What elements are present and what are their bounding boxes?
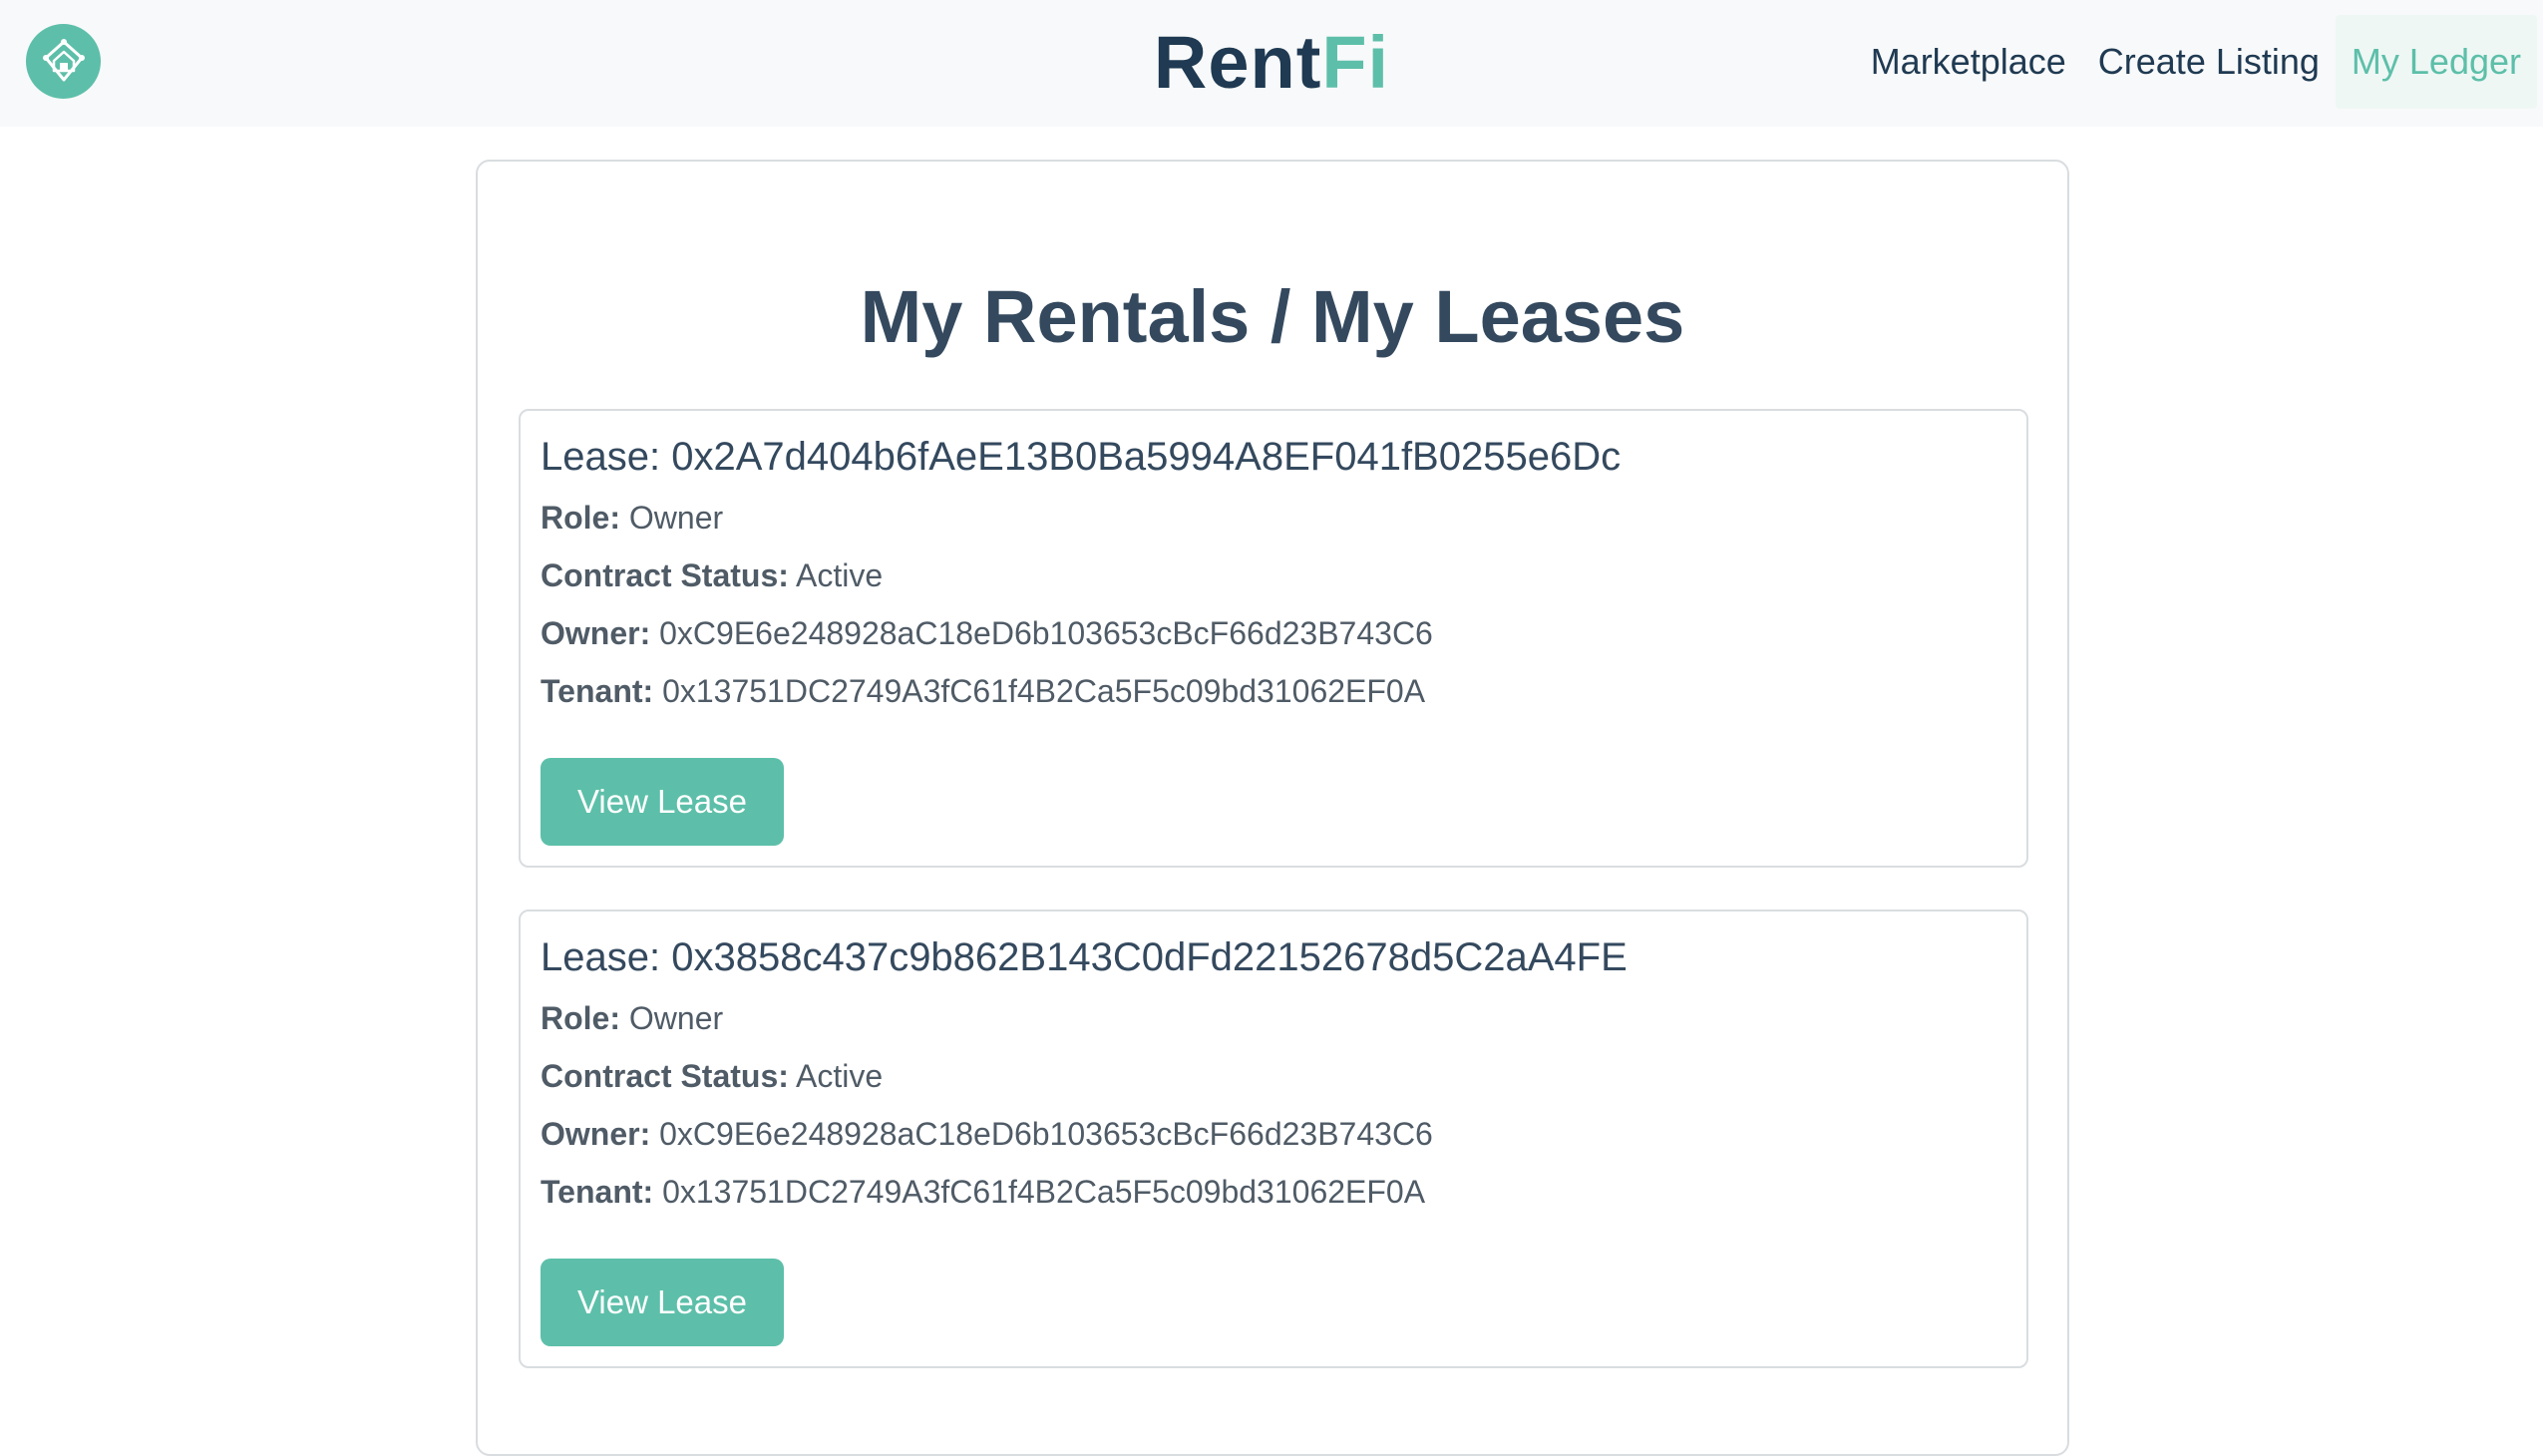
lease-tenant: Tenant: 0x13751DC2749A3fC61f4B2Ca5F5c09b… bbox=[541, 669, 1425, 713]
lease-role: Role: Owner bbox=[541, 996, 723, 1040]
view-lease-button[interactable]: View Lease bbox=[541, 1259, 784, 1346]
status-label: Contract Status: bbox=[541, 1058, 789, 1094]
lease-owner: Owner: 0xC9E6e248928aC18eD6b103653cBcF66… bbox=[541, 611, 1433, 655]
tenant-address: 0x13751DC2749A3fC61f4B2Ca5F5c09bd31062EF… bbox=[662, 673, 1426, 709]
tenant-label: Tenant: bbox=[541, 673, 654, 709]
lease-tenant: Tenant: 0x13751DC2749A3fC61f4B2Ca5F5c09b… bbox=[541, 1170, 1425, 1214]
status-label: Contract Status: bbox=[541, 557, 789, 593]
nav-create-listing[interactable]: Create Listing bbox=[2082, 15, 2336, 109]
leases-panel: My Rentals / My Leases Lease: 0x2A7d404b… bbox=[476, 160, 2069, 1456]
tenant-label: Tenant: bbox=[541, 1174, 654, 1210]
logo[interactable] bbox=[26, 24, 101, 99]
status-value: Active bbox=[796, 1058, 884, 1094]
page-title: My Rentals / My Leases bbox=[860, 275, 1685, 358]
role-value: Owner bbox=[628, 1000, 724, 1036]
owner-address: 0xC9E6e248928aC18eD6b103653cBcF66d23B743… bbox=[659, 1116, 1433, 1152]
brand-text-rent: Rent bbox=[1153, 20, 1322, 104]
lease-title: Lease: 0x3858c437c9b862B143C0dFd22152678… bbox=[541, 929, 1628, 985]
lease-owner: Owner: 0xC9E6e248928aC18eD6b103653cBcF66… bbox=[541, 1112, 1433, 1156]
owner-label: Owner: bbox=[541, 615, 651, 651]
lease-title: Lease: 0x2A7d404b6fAeE13B0Ba5994A8EF041f… bbox=[541, 429, 1621, 485]
nav-my-ledger[interactable]: My Ledger bbox=[2335, 15, 2537, 109]
lease-card: Lease: 0x3858c437c9b862B143C0dFd22152678… bbox=[519, 910, 2028, 1368]
tenant-address: 0x13751DC2749A3fC61f4B2Ca5F5c09bd31062EF… bbox=[662, 1174, 1426, 1210]
brand-text-fi: Fi bbox=[1321, 20, 1390, 104]
lease-address: 0x2A7d404b6fAeE13B0Ba5994A8EF041fB0255e6… bbox=[671, 435, 1622, 479]
lease-contract-status: Contract Status: Active bbox=[541, 553, 883, 597]
top-navbar: Rent Fi Marketplace Create Listing My Led… bbox=[0, 0, 2543, 127]
role-label: Role: bbox=[541, 500, 620, 536]
role-value: Owner bbox=[628, 500, 724, 536]
lease-card: Lease: 0x2A7d404b6fAeE13B0Ba5994A8EF041f… bbox=[519, 409, 2028, 868]
lease-role: Role: Owner bbox=[541, 496, 723, 540]
lease-title-prefix: Lease: bbox=[541, 435, 672, 479]
owner-label: Owner: bbox=[541, 1116, 651, 1152]
lease-contract-status: Contract Status: Active bbox=[541, 1054, 883, 1098]
nav-marketplace[interactable]: Marketplace bbox=[1855, 15, 2082, 109]
role-label: Role: bbox=[541, 1000, 620, 1036]
lease-address: 0x3858c437c9b862B143C0dFd22152678d5C2aA4… bbox=[671, 935, 1628, 979]
house-shield-icon bbox=[42, 38, 85, 81]
view-lease-button[interactable]: View Lease bbox=[541, 758, 784, 846]
main-nav: Marketplace Create Listing My Ledger bbox=[1855, 15, 2543, 109]
status-value: Active bbox=[796, 557, 884, 593]
owner-address: 0xC9E6e248928aC18eD6b103653cBcF66d23B743… bbox=[659, 615, 1433, 651]
lease-title-prefix: Lease: bbox=[541, 935, 672, 979]
